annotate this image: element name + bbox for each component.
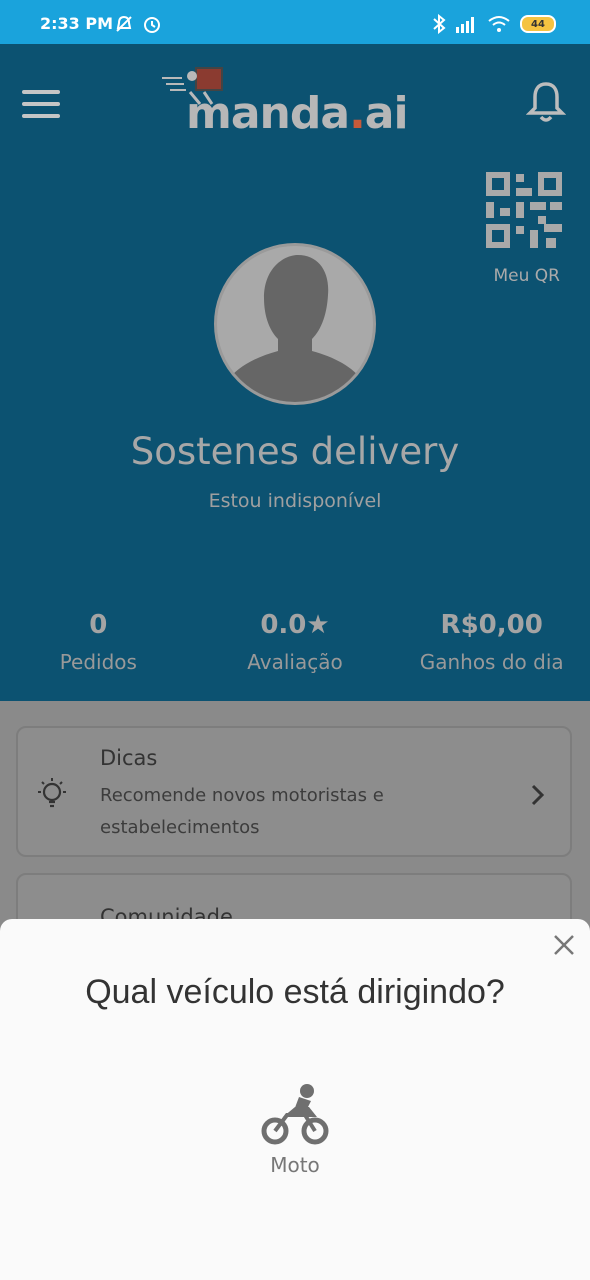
motorcycle-icon xyxy=(261,1084,329,1145)
menu-icon[interactable] xyxy=(22,90,60,120)
bell-icon[interactable] xyxy=(526,80,566,124)
dicas-card[interactable]: Dicas Recomende novos motoristas e estab… xyxy=(16,726,572,857)
vehicle-option-moto[interactable]: Moto xyxy=(245,1081,345,1191)
content-area: Dicas Recomende novos motoristas e estab… xyxy=(0,701,590,953)
chevron-right-icon xyxy=(531,784,545,806)
bluetooth-icon xyxy=(433,14,446,34)
logo-text: manda.ai xyxy=(186,88,409,139)
vehicle-selection-sheet: Qual veículo está dirigindo? Moto xyxy=(0,919,590,1280)
card-title: Dicas xyxy=(100,746,158,770)
profile-header: manda.ai Meu QR Sostenes delivery Estou … xyxy=(0,44,590,701)
logo-text-main: manda xyxy=(186,88,350,139)
stat-value: 0 xyxy=(89,610,108,640)
stat-label: Pedidos xyxy=(59,650,137,674)
stat-pedidos: 0 Pedidos xyxy=(0,610,197,690)
stat-avaliacao: 0.0★ Avaliação xyxy=(197,610,394,690)
stat-value: 0.0★ xyxy=(260,610,330,640)
availability-status[interactable]: Estou indisponível xyxy=(0,490,590,512)
stat-label: Avaliação xyxy=(247,650,343,674)
status-time: 2:33 PM xyxy=(40,14,114,33)
battery-level: 44 xyxy=(531,18,545,30)
profile-name: Sostenes delivery xyxy=(130,430,460,473)
stat-value: R$0,00 xyxy=(440,610,543,640)
logo-text-end: ai xyxy=(364,88,409,139)
close-icon[interactable] xyxy=(552,933,576,957)
avatar[interactable] xyxy=(214,243,376,405)
wifi-icon xyxy=(488,16,510,32)
status-bar: 2:33 PM 44 xyxy=(0,0,590,44)
app-logo: manda.ai xyxy=(160,64,430,144)
battery-icon: 44 xyxy=(520,15,556,33)
status-left-icons xyxy=(114,14,162,34)
vehicle-option-label: Moto xyxy=(270,1153,320,1177)
stat-ganhos: R$0,00 Ganhos do dia xyxy=(393,610,590,690)
notifications-off-icon xyxy=(116,15,132,32)
user-silhouette-icon xyxy=(226,255,364,402)
stats-row: 0 Pedidos 0.0★ Avaliação R$0,00 Ganhos d… xyxy=(0,610,590,690)
lightbulb-icon xyxy=(38,778,66,808)
alarm-icon xyxy=(144,17,160,33)
qr-label[interactable]: Meu QR xyxy=(494,266,561,286)
signal-icon xyxy=(456,17,474,33)
sheet-title: Qual veículo está dirigindo? xyxy=(85,973,505,1011)
stat-label: Ganhos do dia xyxy=(419,650,564,674)
card-description: Recomende novos motoristas e estabelecim… xyxy=(100,785,384,838)
status-right-icons: 44 xyxy=(432,14,556,34)
logo-text-dot: . xyxy=(349,88,366,139)
qr-code-icon[interactable] xyxy=(486,172,562,248)
